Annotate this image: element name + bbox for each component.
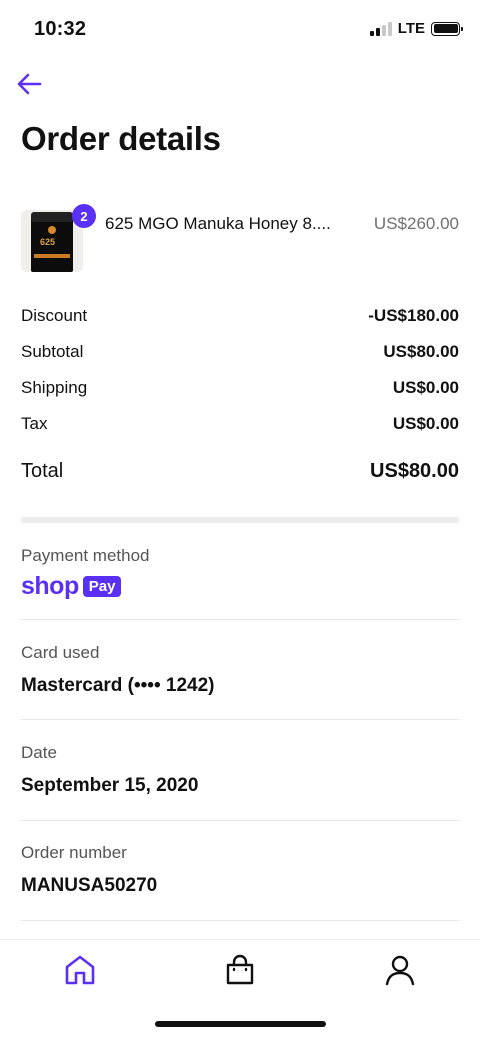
back-button[interactable] xyxy=(14,66,44,102)
section-divider xyxy=(21,517,459,523)
divider xyxy=(21,920,459,921)
product-name: 625 MGO Manuka Honey 8.... xyxy=(105,214,331,233)
shopping-bag-icon xyxy=(226,954,254,985)
tab-account[interactable] xyxy=(378,948,422,992)
network-type: LTE xyxy=(397,20,425,37)
order-number-value: MANUSA50270 xyxy=(21,875,158,896)
tab-orders[interactable] xyxy=(218,948,262,992)
order-number-label: Order number xyxy=(21,843,127,862)
date-label: Date xyxy=(21,743,57,762)
discount-label: Discount xyxy=(21,306,88,325)
status-bar: 10:32 LTE xyxy=(0,0,480,60)
total-value: US$80.00 xyxy=(370,460,459,482)
date-value: September 15, 2020 xyxy=(21,775,199,796)
order-number-section: Order number MANUSA50270 xyxy=(21,843,459,897)
card-used-value: Mastercard (•••• 1242) xyxy=(21,675,215,696)
payment-method-label: Payment method xyxy=(21,546,150,565)
subtotal-value: US$80.00 xyxy=(383,342,459,361)
tax-label: Tax xyxy=(21,414,48,433)
home-indicator xyxy=(155,1021,326,1027)
card-used-label: Card used xyxy=(21,643,100,662)
line-item[interactable]: 625 2 625 MGO Manuka Honey 8.... US$260.… xyxy=(21,204,459,274)
divider xyxy=(21,820,459,821)
user-icon xyxy=(385,955,415,986)
shop-pay-pill: Pay xyxy=(82,576,122,597)
tab-home[interactable] xyxy=(58,948,102,992)
honey-jar-image: 625 xyxy=(31,212,73,272)
card-section: Card used Mastercard (•••• 1242) xyxy=(21,643,459,697)
quantity-badge: 2 xyxy=(72,204,96,228)
home-icon xyxy=(65,955,95,985)
shipping-value: US$0.00 xyxy=(392,378,459,397)
payment-method-section: Payment method shop Pay xyxy=(21,546,459,601)
shop-pay-wordmark: shop xyxy=(21,572,79,600)
divider xyxy=(21,719,459,720)
shipping-label: Shipping xyxy=(21,378,88,397)
arrow-left-icon xyxy=(17,73,42,95)
status-time: 10:32 xyxy=(34,18,87,40)
date-section: Date September 15, 2020 xyxy=(21,743,459,797)
product-price: US$260.00 xyxy=(373,214,459,233)
battery-icon xyxy=(431,21,463,36)
divider xyxy=(21,619,459,620)
tax-value: US$0.00 xyxy=(392,414,459,433)
discount-value: -US$180.00 xyxy=(368,306,459,325)
page-title: Order details xyxy=(21,120,221,157)
shop-pay-logo: shop Pay xyxy=(21,572,459,601)
total-label: Total xyxy=(21,460,64,482)
status-indicators: LTE xyxy=(369,20,463,37)
signal-icon xyxy=(369,21,392,36)
subtotal-label: Subtotal xyxy=(21,342,84,361)
